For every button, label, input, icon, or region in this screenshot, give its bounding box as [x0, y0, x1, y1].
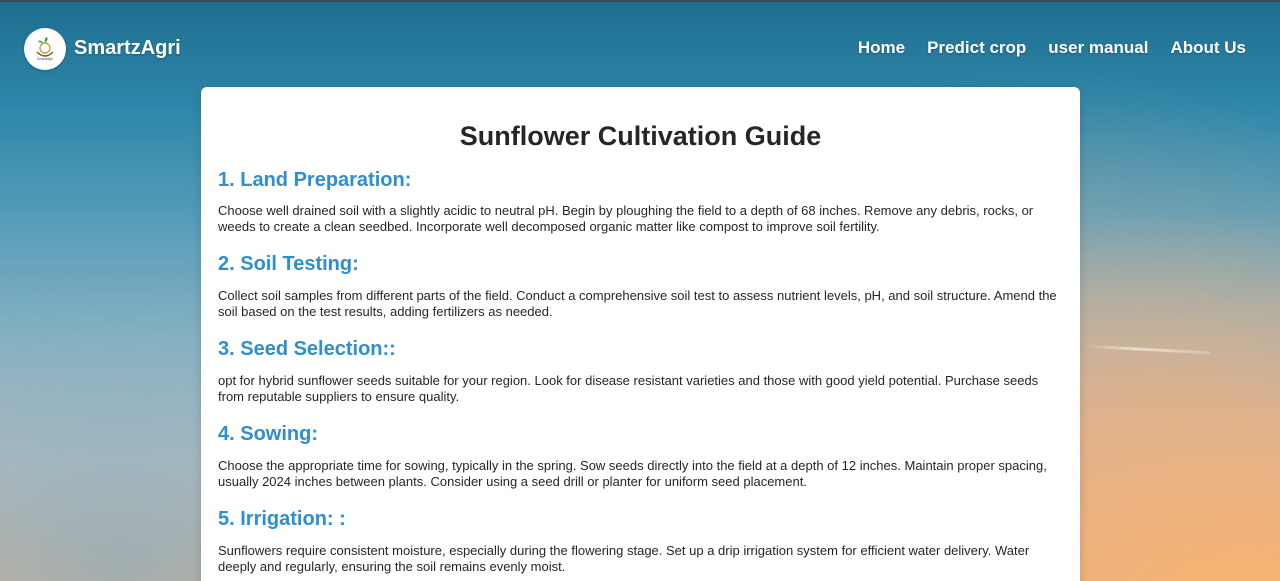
- section-body: Choose the appropriate time for sowing, …: [218, 458, 1047, 489]
- section-soil-testing: 2. Soil Testing: Collect soil samples fr…: [218, 252, 1063, 320]
- section-heading: 2. Soil Testing:: [218, 253, 359, 275]
- guide-card: Sunflower Cultivation Guide 1. Land Prep…: [201, 87, 1080, 581]
- brand-name[interactable]: SmartzAgri: [74, 37, 181, 60]
- brand-logo-icon[interactable]: SmartzAgri: [24, 28, 66, 70]
- nav-link-user-manual[interactable]: user manual: [1048, 38, 1148, 58]
- section-body: opt for hybrid sunflower seeds suitable …: [218, 373, 1039, 404]
- section-heading: 1. Land Preparation:: [218, 169, 412, 191]
- nav-link-about-us[interactable]: About Us: [1170, 38, 1246, 58]
- sky-streak: [1085, 344, 1210, 355]
- site-header: SmartzAgri SmartzAgri Home Predict crop …: [0, 0, 1280, 86]
- section-body: Sunflowers require consistent moisture, …: [218, 543, 1030, 574]
- section-sowing: 4. Sowing: Choose the appropriate time f…: [218, 422, 1063, 490]
- section-heading: 5. Irrigation: :: [218, 508, 346, 530]
- section-land-preparation: 1. Land Preparation: Choose well drained…: [218, 168, 1063, 235]
- section-heading: 3. Seed Selection::: [218, 338, 396, 360]
- section-irrigation: 5. Irrigation: : Sunflowers require cons…: [218, 507, 1063, 575]
- main-nav: Home Predict crop user manual About Us: [858, 38, 1246, 58]
- svg-text:SmartzAgri: SmartzAgri: [37, 57, 53, 61]
- section-body: Choose well drained soil with a slightly…: [218, 203, 1034, 234]
- nav-link-predict-crop[interactable]: Predict crop: [927, 38, 1026, 58]
- page-title: Sunflower Cultivation Guide: [459, 121, 822, 151]
- nav-link-home[interactable]: Home: [858, 38, 905, 58]
- section-seed-selection: 3. Seed Selection:: opt for hybrid sunfl…: [218, 337, 1063, 405]
- section-body: Collect soil samples from different part…: [218, 288, 1057, 319]
- section-heading: 4. Sowing:: [218, 423, 318, 445]
